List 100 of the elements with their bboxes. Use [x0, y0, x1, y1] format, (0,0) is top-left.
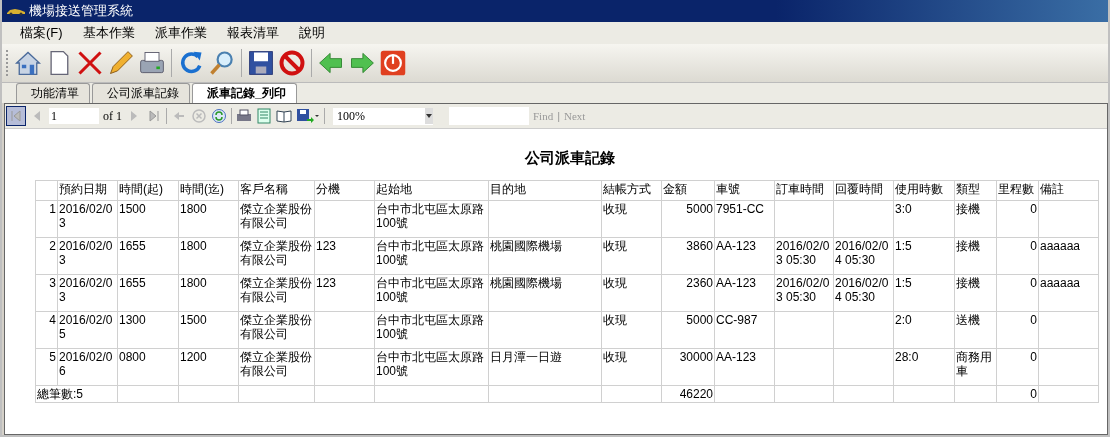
tab[interactable]: 公司派車記錄: [92, 83, 190, 103]
pencil-icon[interactable]: [107, 49, 135, 77]
table-cell: 收現: [601, 274, 662, 312]
table-cell: 2016/02/03 05:30: [774, 237, 834, 275]
table-cell: 桃園國際機場: [488, 237, 602, 275]
column-header: 使用時數: [893, 180, 955, 201]
column-header: 金額: [661, 180, 715, 201]
table-cell: 1200: [178, 348, 239, 386]
table-cell: 1:5: [893, 274, 955, 312]
table-cell: 傑立企業股份有限公司: [238, 311, 315, 349]
menu-item[interactable]: 檔案(F): [10, 24, 73, 42]
table-cell: 1:5: [893, 237, 955, 275]
menu-item[interactable]: 說明: [288, 24, 335, 42]
car-icon: [6, 6, 26, 16]
menu-item[interactable]: 派車作業: [144, 24, 217, 42]
table-cell: 台中市北屯區太原路100號: [374, 200, 489, 238]
table-cell: 123: [314, 237, 375, 275]
table-cell: 商務用車: [954, 348, 997, 386]
table-cell: 接機: [954, 200, 997, 238]
table-cell: 送機: [954, 311, 997, 349]
table-cell: 傑立企業股份有限公司: [238, 274, 315, 312]
column-header: 回覆時間: [833, 180, 894, 201]
table-cell: 0: [996, 274, 1039, 312]
back-arrow-icon[interactable]: [317, 49, 345, 77]
menu-item[interactable]: 報表清單: [216, 24, 289, 42]
table-cell: 1300: [117, 311, 179, 349]
last-page-icon[interactable]: [146, 108, 162, 124]
book-icon[interactable]: [276, 108, 292, 124]
home-icon[interactable]: [14, 49, 42, 77]
table-cell: AA-123: [714, 348, 775, 386]
table-cell: 2016/02/03: [57, 200, 118, 238]
table-cell: 傑立企業股份有限公司: [238, 200, 315, 238]
table-cell: 46220: [661, 385, 715, 403]
table-cell: 1800: [178, 200, 239, 238]
table-cell: 2016/02/03 05:30: [774, 274, 834, 312]
separator: |: [557, 110, 561, 122]
table-cell: 2016/02/04 05:30: [833, 274, 894, 312]
column-header: 類型: [954, 180, 997, 201]
table-cell: 30000: [661, 348, 715, 386]
column-header: 里程數: [996, 180, 1039, 201]
table-cell: 3:0: [893, 200, 955, 238]
table-cell: 傑立企業股份有限公司: [238, 237, 315, 275]
table-cell: 台中市北屯區太原路100號: [374, 274, 489, 312]
table-cell: 2016/02/05: [57, 311, 118, 349]
table-cell: 0: [996, 311, 1039, 349]
column-header: 車號: [714, 180, 775, 201]
table-cell: 5000: [661, 311, 715, 349]
window-title: 機場接送管理系統: [29, 2, 133, 20]
table-cell: 2016/02/03: [57, 274, 118, 312]
tab[interactable]: 派車記錄_列印: [192, 83, 297, 103]
delete-icon[interactable]: [76, 49, 104, 77]
power-icon[interactable]: [379, 49, 407, 77]
table-cell: 2:0: [893, 311, 955, 349]
export-icon[interactable]: [296, 108, 320, 124]
table-cell: 2: [35, 237, 58, 275]
column-header: 起始地: [374, 180, 489, 201]
report-title: 公司派車記錄: [523, 149, 616, 168]
table-cell: 2360: [661, 274, 715, 312]
tab[interactable]: 功能清單: [16, 83, 90, 103]
table-cell: 0: [996, 237, 1039, 275]
table-cell: 5000: [661, 200, 715, 238]
column-header: 結帳方式: [601, 180, 662, 201]
table-cell: 1500: [178, 311, 239, 349]
table-cell: 接機: [954, 237, 997, 275]
table-cell: 收現: [601, 237, 662, 275]
printer-icon[interactable]: [236, 108, 252, 124]
table-cell: aaaaaa: [1038, 237, 1099, 275]
zoom-dropdown[interactable]: 100%: [333, 107, 433, 125]
table-cell: 日月潭一日遊: [488, 348, 602, 386]
table-cell: 收現: [601, 348, 662, 386]
total-count-cell: 總筆數:5: [35, 385, 118, 403]
search-icon[interactable]: [208, 49, 236, 77]
refresh-icon[interactable]: [211, 108, 227, 124]
table-cell: 台中市北屯區太原路100號: [374, 311, 489, 349]
table-cell: 桃園國際機場: [488, 274, 602, 312]
column-header: 時間(迄): [178, 180, 239, 201]
table-cell: 28:0: [893, 348, 955, 386]
find-field[interactable]: [449, 107, 529, 125]
stop-icon[interactable]: [278, 49, 306, 77]
save-icon[interactable]: [247, 49, 275, 77]
table-cell: 1655: [117, 274, 179, 312]
column-header: 分機: [314, 180, 375, 201]
table-cell: aaaaaa: [1038, 274, 1099, 312]
column-header: 訂車時間: [774, 180, 834, 201]
table-cell: 台中市北屯區太原路100號: [374, 237, 489, 275]
table-cell: 4: [35, 311, 58, 349]
forward-arrow-icon[interactable]: [348, 49, 376, 77]
table-cell: 0800: [117, 348, 179, 386]
column-header: 客戶名稱: [238, 180, 315, 201]
table-cell: AA-123: [714, 274, 775, 312]
table-cell: 1500: [117, 200, 179, 238]
table-cell: 傑立企業股份有限公司: [238, 348, 315, 386]
column-header: 時間(起): [117, 180, 179, 201]
menu-item[interactable]: 基本作業: [72, 24, 145, 42]
column-header: 預約日期: [57, 180, 118, 201]
page-count: of 1: [103, 108, 122, 124]
table-cell: 0: [996, 200, 1039, 238]
table-cell: AA-123: [714, 237, 775, 275]
table-cell: 3: [35, 274, 58, 312]
page-number-field[interactable]: 1: [49, 108, 99, 124]
